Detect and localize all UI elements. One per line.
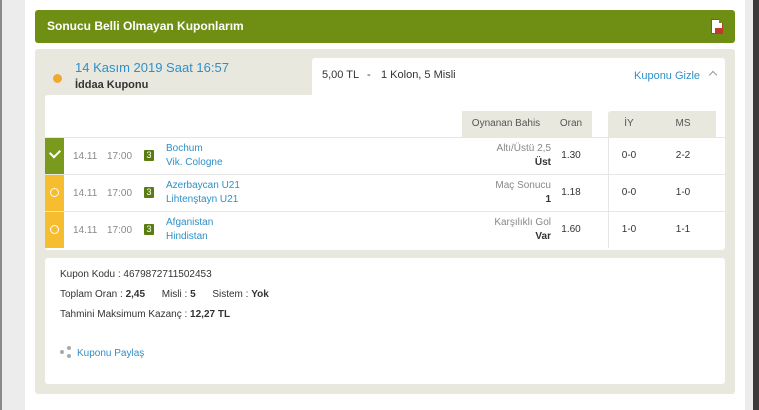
match-time: 17:00 bbox=[107, 188, 133, 199]
bet-pick: Üst bbox=[534, 157, 551, 168]
coupon-amount: 5,00 TL bbox=[322, 69, 360, 81]
share-coupon-link[interactable]: Kuponu Paylaş bbox=[60, 346, 144, 359]
max-win-line: Tahmini Maksimum Kazanç : 12,27 TL bbox=[60, 309, 230, 320]
system-label: Sistem : bbox=[212, 289, 249, 300]
header-ms: MS bbox=[650, 111, 716, 137]
multiplier-value: 5 bbox=[190, 289, 196, 300]
bet-type: Maç Sonucu bbox=[495, 180, 551, 191]
match-time: 17:00 bbox=[107, 151, 133, 162]
max-win-value: 12,27 TL bbox=[190, 309, 231, 320]
coupon-details: Kupon Kodu : 4679872711502453 Toplam Ora… bbox=[45, 258, 725, 384]
check-icon bbox=[48, 146, 62, 159]
home-team[interactable]: Afganistan bbox=[166, 217, 213, 228]
pending-marker bbox=[45, 175, 64, 211]
total-odds-value: 2,45 bbox=[125, 289, 146, 300]
coupon-type: İddaa Kuponu bbox=[75, 79, 149, 91]
table-row: 14.11 17:00 3 Afganistan Hindistan Karşı… bbox=[45, 211, 725, 248]
halftime-score: 0-0 bbox=[621, 187, 637, 198]
coupon-code-line: Kupon Kodu : 4679872711502453 bbox=[60, 269, 212, 280]
coupon-code-label: Kupon Kodu : bbox=[60, 269, 121, 280]
summary-separator: - bbox=[367, 69, 371, 81]
match-badge: 3 bbox=[144, 224, 154, 235]
total-odds-label: Toplam Oran : bbox=[60, 289, 123, 300]
coupon-code-value: 4679872711502453 bbox=[123, 269, 212, 280]
fulltime-score: 1-1 bbox=[675, 224, 691, 235]
home-team[interactable]: Azerbaycan U21 bbox=[166, 180, 240, 191]
header-odds: Oran bbox=[550, 111, 592, 137]
max-win-label: Tahmini Maksimum Kazanç : bbox=[60, 309, 188, 320]
fulltime-score: 2-2 bbox=[675, 150, 691, 161]
section-header: Sonucu Belli Olmayan Kuponlarım bbox=[35, 10, 735, 43]
table-row: 14.11 17:00 3 Azerbaycan U21 Lihtenştayn… bbox=[45, 174, 725, 211]
won-marker bbox=[45, 138, 64, 174]
pending-circle-icon bbox=[50, 188, 59, 197]
header-bet: Oynanan Bahis bbox=[462, 111, 550, 137]
halftime-score: 1-0 bbox=[621, 224, 637, 235]
coupon-status-dot bbox=[53, 74, 62, 83]
match-date: 14.11 bbox=[73, 151, 98, 162]
halftime-score: 0-0 bbox=[621, 150, 637, 161]
header-iy: İY bbox=[608, 111, 650, 137]
coupons-panel: Sonucu Belli Olmayan Kuponlarım 14 Kasım… bbox=[25, 0, 745, 410]
bet-pick: Var bbox=[535, 231, 551, 242]
match-odds: 1.30 bbox=[561, 150, 581, 161]
share-label: Kuponu Paylaş bbox=[77, 348, 145, 359]
match-date: 14.11 bbox=[73, 225, 98, 236]
section-title: Sonucu Belli Olmayan Kuponlarım bbox=[47, 19, 244, 33]
match-odds: 1.60 bbox=[561, 224, 581, 235]
coupon-date: 14 Kasım 2019 Saat 16:57 bbox=[75, 60, 229, 75]
system-value: Yok bbox=[251, 289, 269, 300]
pending-marker bbox=[45, 212, 64, 248]
fulltime-score: 1-0 bbox=[675, 187, 691, 198]
chevron-up-icon[interactable] bbox=[708, 70, 718, 80]
away-team[interactable]: Hindistan bbox=[166, 231, 208, 242]
pdf-icon[interactable] bbox=[711, 19, 723, 34]
bet-type: Karşılıklı Gol bbox=[494, 217, 551, 228]
multiplier-label: Misli : bbox=[161, 289, 188, 300]
matches-table: Oynanan Bahis Oran İY MS 14.11 17:00 3 B… bbox=[45, 95, 725, 250]
match-date: 14.11 bbox=[73, 188, 98, 199]
page-left-border bbox=[0, 0, 2, 410]
totals-line: Toplam Oran : 2,45 Misli : 5 Sistem : Yo… bbox=[60, 289, 269, 300]
away-team[interactable]: Vik. Cologne bbox=[166, 157, 223, 168]
match-badge: 3 bbox=[144, 150, 154, 161]
match-time: 17:00 bbox=[107, 225, 133, 236]
match-odds: 1.18 bbox=[561, 187, 581, 198]
columns-info: 1 Kolon, 5 Misli bbox=[381, 69, 456, 81]
away-team[interactable]: Lihtenştayn U21 bbox=[166, 194, 238, 205]
page-right-strip bbox=[753, 0, 759, 410]
hide-coupon-link[interactable]: Kuponu Gizle bbox=[634, 70, 700, 82]
bet-type: Altı/Üstü 2,5 bbox=[496, 143, 551, 154]
home-team[interactable]: Bochum bbox=[166, 143, 203, 154]
match-badge: 3 bbox=[144, 187, 154, 198]
coupon-summary: 5,00 TL - 1 Kolon, 5 Misli Kuponu Gizle bbox=[312, 58, 725, 95]
share-icon bbox=[60, 346, 72, 358]
coupon-card: 14 Kasım 2019 Saat 16:57 İddaa Kuponu 5,… bbox=[35, 49, 735, 394]
pending-circle-icon bbox=[50, 225, 59, 234]
table-row: 14.11 17:00 3 Bochum Vik. Cologne Altı/Ü… bbox=[45, 137, 725, 174]
